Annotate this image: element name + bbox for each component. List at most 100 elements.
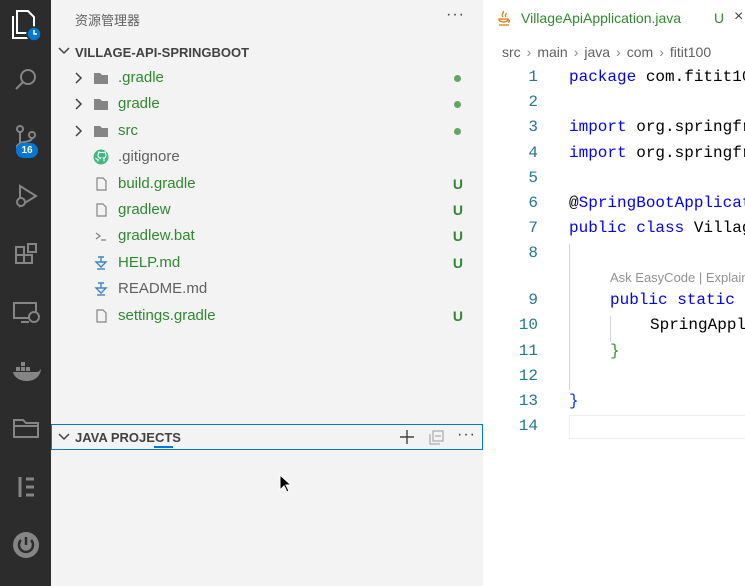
line-number: 5 xyxy=(528,169,538,187)
tree-item-readme-md[interactable]: README.md xyxy=(51,276,483,302)
tree-item-dot-gradle[interactable]: .gradle xyxy=(51,65,483,91)
search-icon[interactable] xyxy=(0,60,51,100)
line-number: 10 xyxy=(518,316,538,334)
code-line[interactable]: package com.fitit100 xyxy=(569,68,745,86)
indent-guide xyxy=(569,244,570,390)
tree-item-gradlew[interactable]: gradlew U xyxy=(51,197,483,223)
breadcrumb-item[interactable]: main xyxy=(537,44,567,60)
code-line[interactable]: import org.springframework xyxy=(569,118,745,136)
docker-icon[interactable] xyxy=(0,351,51,391)
line-number: 14 xyxy=(518,417,538,435)
indent-guide xyxy=(610,316,611,342)
close-tab-button[interactable]: × xyxy=(734,8,743,26)
code-token: package xyxy=(569,68,637,86)
collapse-all-icon[interactable] xyxy=(429,430,444,445)
power-icon[interactable] xyxy=(0,525,51,565)
tree-item-label: src xyxy=(118,122,138,139)
explorer-icon[interactable] xyxy=(0,5,51,45)
tree-item-label: .gradle xyxy=(118,69,164,86)
tree-item-label: .gitignore xyxy=(118,148,180,165)
add-icon[interactable] xyxy=(399,429,415,445)
code-token: SpringApplication xyxy=(650,316,745,334)
github-icon xyxy=(93,149,109,165)
code-token: org.springframework xyxy=(636,118,745,136)
tree-item-label: gradlew xyxy=(118,201,171,218)
folder-icon[interactable] xyxy=(0,408,51,448)
extensions-icon[interactable] xyxy=(0,235,51,275)
code-token: } xyxy=(569,392,579,410)
tree-item-gradle[interactable]: gradle xyxy=(51,91,483,117)
folder-icon xyxy=(94,73,108,84)
code-line[interactable]: SpringApplication xyxy=(650,316,745,334)
chevron-right-icon: › xyxy=(573,44,579,60)
chevron-down-icon xyxy=(58,433,70,441)
code-lens[interactable]: Ask EasyCode | Explain xyxy=(610,270,745,285)
modified-dot xyxy=(454,128,461,135)
file-icon xyxy=(96,177,107,191)
tree-item-settings-gradle[interactable]: settings.gradle U xyxy=(51,303,483,329)
modified-dot xyxy=(454,101,461,108)
terminal-icon xyxy=(95,232,106,241)
code-token: import xyxy=(569,118,627,136)
untracked-status: U xyxy=(452,176,463,192)
tree-item-label: build.gradle xyxy=(118,175,196,192)
current-line-highlight xyxy=(569,415,745,439)
code-line[interactable]: public class VillageApiApplication xyxy=(569,219,745,237)
code-line[interactable]: import org.springframework xyxy=(569,144,745,162)
breadcrumb-item[interactable]: com xyxy=(627,44,653,60)
code-token: VillageApiApplication xyxy=(693,219,745,237)
code-token: import xyxy=(569,144,627,162)
untracked-status: U xyxy=(452,308,463,324)
tree-item-label: gradle xyxy=(118,95,160,112)
java-projects-title: JAVA PROJECTS xyxy=(75,430,181,445)
source-control-badge: 16 xyxy=(16,143,38,158)
breadcrumb-item[interactable]: fitit100 xyxy=(670,44,711,60)
editor-tab[interactable]: VillageApiApplication.java U × xyxy=(483,0,745,35)
java-projects-more-actions[interactable]: ··· xyxy=(457,426,476,444)
code-line[interactable]: public static void xyxy=(610,291,745,309)
code-token: @ xyxy=(569,194,579,212)
project-name: VILLAGE-API-SPRINGBOOT xyxy=(75,45,250,60)
file-icon xyxy=(96,309,107,323)
tree-item-gitignore[interactable]: .gitignore xyxy=(51,144,483,170)
code-line[interactable]: @SpringBootApplication xyxy=(569,194,745,212)
tab-title: VillageApiApplication.java xyxy=(521,10,682,26)
run-debug-icon[interactable] xyxy=(0,176,51,216)
line-number: 13 xyxy=(518,392,538,410)
tree-item-build-gradle[interactable]: build.gradle U xyxy=(51,171,483,197)
project-section-header[interactable]: VILLAGE-API-SPRINGBOOT xyxy=(51,40,483,64)
chevron-down-icon xyxy=(58,47,70,55)
code-token: com.fitit100 xyxy=(645,68,745,86)
line-number: 6 xyxy=(528,194,538,212)
activity-bar: 16 xyxy=(0,0,51,586)
breadcrumb: src › main › java › com › fitit100 xyxy=(502,44,711,60)
code-line[interactable]: } xyxy=(610,342,620,360)
breadcrumb-item[interactable]: src xyxy=(502,44,521,60)
mouse-cursor-icon xyxy=(279,474,293,493)
untracked-status: U xyxy=(452,255,463,271)
java-projects-header[interactable]: JAVA PROJECTS ··· xyxy=(51,424,483,450)
line-number: 9 xyxy=(528,291,538,309)
editor-pane: VillageApiApplication.java U × src › main ›… xyxy=(483,0,745,586)
tree-item-help-md[interactable]: HELP.md U xyxy=(51,250,483,276)
untracked-status: U xyxy=(452,202,463,218)
remote-explorer-icon[interactable] xyxy=(0,293,51,333)
untracked-status: U xyxy=(452,228,463,244)
folder-icon xyxy=(94,99,108,110)
markdown-icon xyxy=(94,282,108,296)
tree-item-label: README.md xyxy=(118,280,208,297)
code-token: void xyxy=(735,291,745,309)
chevron-right-icon: › xyxy=(616,44,621,60)
sidebar-title: 资源管理器 xyxy=(75,13,141,28)
code-line[interactable]: } xyxy=(569,392,579,410)
tab-status: U xyxy=(714,10,725,26)
breadcrumb-item[interactable]: java xyxy=(584,44,610,60)
tree-item-src[interactable]: src xyxy=(51,118,483,144)
easycode-icon[interactable] xyxy=(0,467,51,507)
code-token: SpringBootApplication xyxy=(578,194,745,212)
explorer-more-actions[interactable]: ··· xyxy=(446,6,465,24)
line-number: 3 xyxy=(528,118,538,136)
tree-item-gradlew-bat[interactable]: gradlew.bat U xyxy=(51,223,483,249)
code-token: } xyxy=(610,342,620,360)
chevron-right-icon xyxy=(75,125,83,137)
